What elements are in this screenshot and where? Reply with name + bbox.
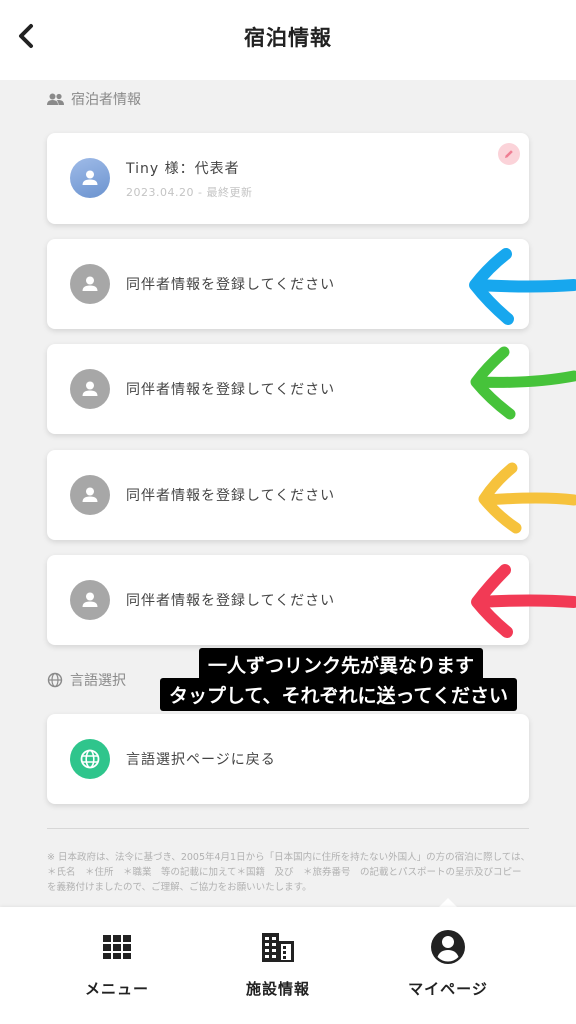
nav-my-page-label: マイページ [408, 980, 488, 998]
arrow-left-icon [470, 346, 576, 420]
back-to-language-label: 言語選択ページに戻る [126, 752, 276, 768]
globe-icon [47, 672, 63, 688]
bottom-navigation: メニュー 施設情報 マイページ [0, 907, 576, 1024]
nav-menu[interactable]: メニュー [47, 927, 187, 999]
arrow-left-icon [471, 564, 576, 638]
person-icon [82, 487, 98, 502]
person-icon [82, 592, 98, 607]
language-section-label: 言語選択 [70, 673, 126, 689]
person-icon [82, 276, 98, 291]
page-title: 宿泊情報 [244, 26, 332, 50]
guests-section-heading: 宿泊者情報 [47, 89, 141, 109]
people-icon [47, 93, 64, 105]
companion-label: 同伴者情報を登録してください [126, 382, 336, 398]
avatar [70, 580, 110, 620]
companion-label: 同伴者情報を登録してください [126, 488, 336, 504]
pencil-icon [505, 150, 513, 158]
legal-notice: ※ 日本政府は、法令に基づき、2005年4月1日から「日本国内に住所を持たない外… [47, 852, 531, 893]
header-bar: 宿泊情報 [0, 0, 576, 80]
person-icon [82, 170, 98, 185]
edit-button[interactable] [498, 143, 520, 165]
annotation-caption-line-2: タップして、それぞれに送ってください [160, 678, 517, 711]
last-updated: 2023.04.20 - 最終更新 [126, 186, 253, 199]
guests-section-label: 宿泊者情報 [71, 92, 141, 108]
companion-card[interactable]: 同伴者情報を登録してください [47, 344, 529, 434]
arrow-left-icon [478, 462, 576, 534]
nav-menu-label: メニュー [84, 980, 149, 998]
companion-card[interactable]: 同伴者情報を登録してください [47, 555, 529, 645]
arrow-left-icon [469, 248, 576, 325]
annotation-caption-line-1: 一人ずつリンク先が異なります [199, 648, 484, 681]
account-circle-icon [431, 930, 465, 964]
nav-facility-label: 施設情報 [245, 980, 310, 998]
avatar [70, 475, 110, 515]
companion-card[interactable]: 同伴者情報を登録してください [47, 450, 529, 540]
globe-icon [80, 749, 100, 769]
divider [47, 828, 529, 829]
person-icon [82, 381, 98, 396]
building-icon [262, 933, 294, 962]
companion-card[interactable]: 同伴者情報を登録してください [47, 239, 529, 329]
nav-my-page[interactable]: マイページ [378, 927, 518, 999]
avatar [70, 369, 110, 409]
nav-facility-info[interactable]: 施設情報 [208, 927, 348, 999]
grid-icon [103, 935, 131, 959]
avatar [70, 264, 110, 304]
companion-label: 同伴者情報を登録してください [126, 277, 336, 293]
language-badge [70, 739, 110, 779]
avatar [70, 158, 110, 198]
language-section-heading: 言語選択 [47, 670, 126, 690]
companion-label: 同伴者情報を登録してください [126, 593, 336, 609]
representative-name: Tiny 様：代表者 [126, 161, 240, 177]
representative-card[interactable]: Tiny 様：代表者 2023.04.20 - 最終更新 [47, 133, 529, 224]
back-to-language-button[interactable]: 言語選択ページに戻る [47, 714, 529, 804]
